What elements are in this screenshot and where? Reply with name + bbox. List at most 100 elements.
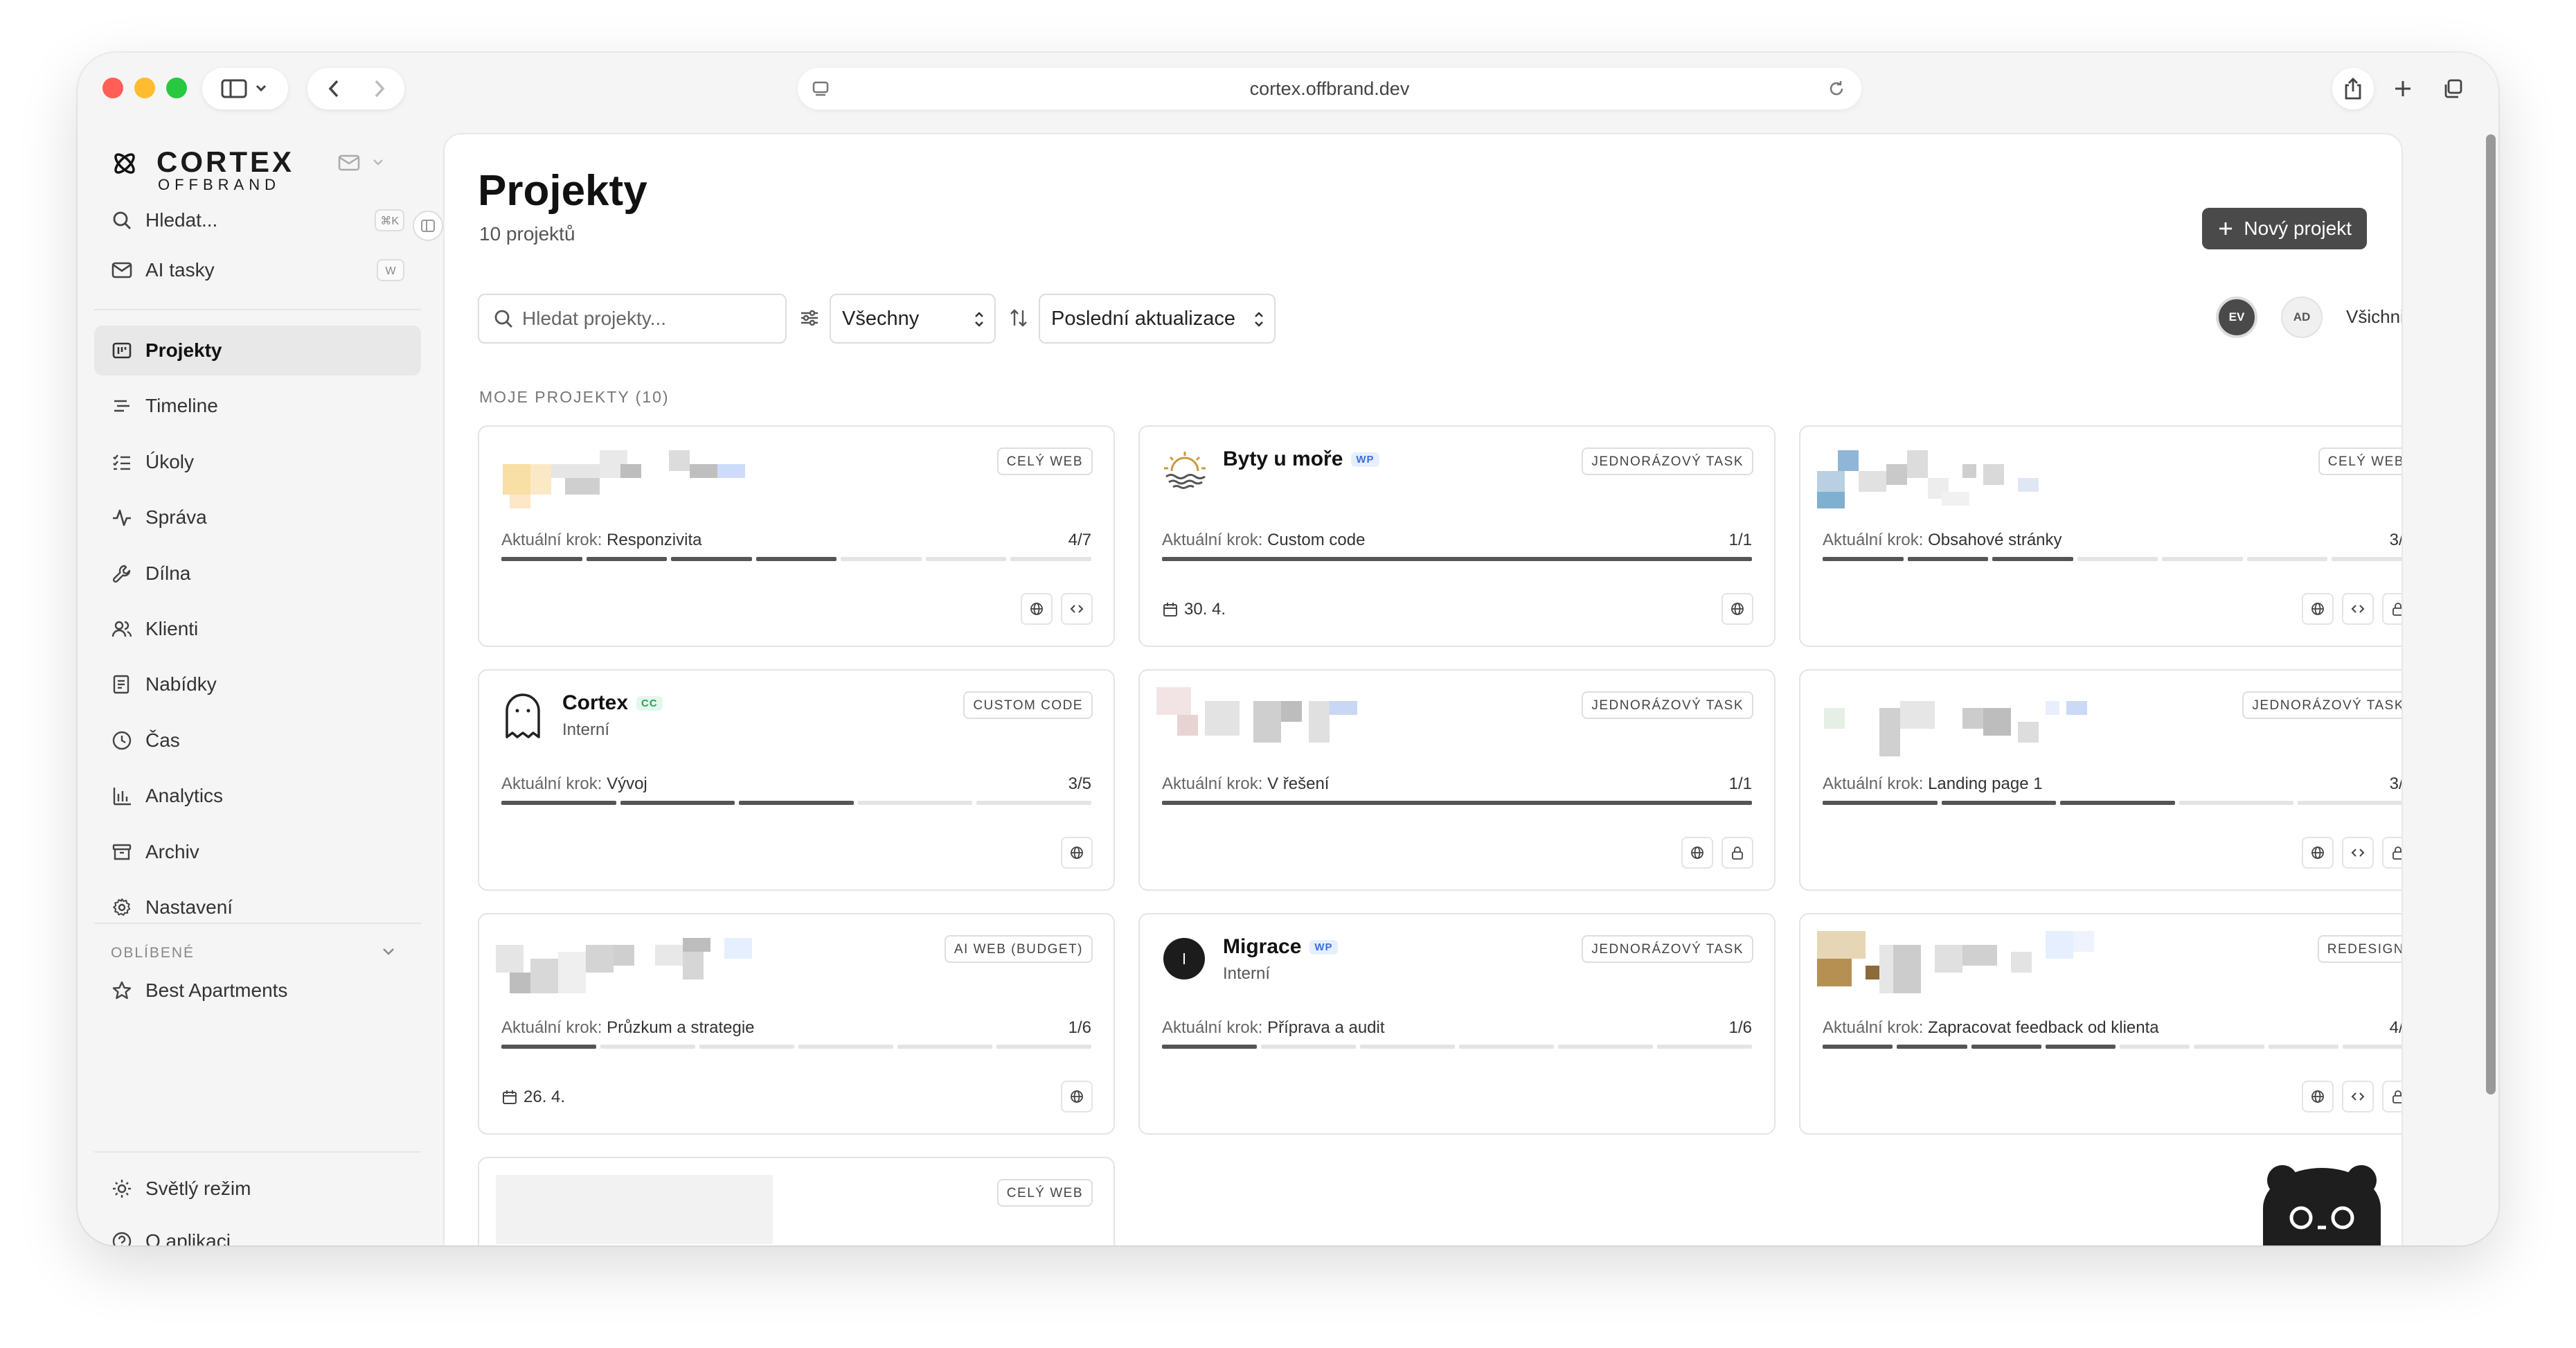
lock-button[interactable] [2382, 837, 2401, 869]
progress-segment [1897, 1045, 1967, 1049]
progress-segment [1162, 1045, 1257, 1049]
tasks-icon [108, 448, 136, 476]
card-actions [1061, 837, 1093, 869]
ghost-logo-icon [506, 693, 540, 738]
lock-button[interactable] [2382, 593, 2401, 625]
project-title[interactable]: Cortex CC [562, 691, 663, 715]
offers-icon [108, 671, 136, 698]
search-label: Hledat... [145, 209, 218, 231]
current-step-value: Landing page 1 [1928, 774, 2043, 793]
share-button[interactable] [2332, 68, 2374, 109]
project-title[interactable]: Byty u moře WP [1223, 447, 1379, 471]
lock-button[interactable] [1721, 837, 1753, 869]
address-bar[interactable]: cortex.offbrand.dev [798, 68, 1861, 109]
sidebar-item-clients[interactable]: Klienti [94, 604, 421, 654]
progress-segment [2332, 557, 2401, 561]
minimize-window-button[interactable] [134, 78, 155, 98]
new-tab-button[interactable] [2382, 68, 2424, 109]
close-window-button[interactable] [102, 78, 123, 98]
step-count: 3/7 [2389, 531, 2401, 549]
sidebar-item-chart[interactable]: Analytics [94, 771, 421, 821]
globe-icon [1731, 603, 1744, 615]
plus-icon [2395, 81, 2410, 96]
sidebar-item-archive[interactable]: Archiv [94, 827, 421, 877]
sidebar-ai-tasks[interactable]: AI tasky W [94, 245, 421, 295]
project-card[interactable]: Migrace WP Interní JEDNORÁZOVÝ TASK Aktuální… [1138, 913, 1776, 1135]
current-step: Aktuální krok: Obsahové stránky [1823, 531, 2062, 550]
progress-segment [699, 1045, 794, 1049]
code-icon [2351, 1092, 2365, 1101]
sidebar-search[interactable]: Hledat... ⌘K [94, 195, 421, 245]
globe-button[interactable] [2302, 1081, 2334, 1112]
project-search-input[interactable] [521, 307, 759, 330]
project-card[interactable]: Cortex CC Interní CUSTOM CODE Aktuální krok:… [478, 669, 1115, 891]
select-caret-icon [975, 312, 983, 327]
inbox-menu[interactable] [338, 154, 386, 172]
status-filter-value: Všechny [842, 307, 920, 330]
chevron-down-icon[interactable] [381, 946, 396, 957]
globe-button[interactable] [2302, 593, 2334, 625]
globe-button[interactable] [1061, 1081, 1093, 1112]
current-step-value: Responzivita [607, 531, 702, 549]
all-users-filter[interactable]: Všichni [2346, 306, 2401, 328]
new-project-button[interactable]: Nový projekt [2202, 208, 2367, 249]
code-button[interactable] [2342, 1081, 2374, 1112]
project-card[interactable]: CELÝ WEB [478, 1157, 1115, 1245]
avatar-ad[interactable]: AD [2281, 296, 2323, 338]
sidebar-item-settings[interactable]: Nastavení [94, 883, 421, 932]
globe-button[interactable] [1021, 593, 1053, 625]
current-step-value: Zapracovat feedback od klienta [1928, 1018, 2159, 1037]
sidebar-item-projects[interactable]: Projekty [94, 326, 421, 375]
sidebar-item-offers[interactable]: Nabídky [94, 659, 421, 709]
project-card[interactable]: CELÝ WEB Aktuální krok: Responzivita 4/7 [478, 425, 1115, 647]
project-card[interactable]: AI WEB (BUDGET) Aktuální krok: Průzkum a … [478, 913, 1115, 1135]
globe-button[interactable] [2302, 837, 2334, 869]
sidebar-item-activity[interactable]: Správa [94, 493, 421, 542]
sidebar-item-wrench[interactable]: Dílna [94, 549, 421, 598]
back-icon[interactable] [328, 80, 339, 98]
progress-segment [1823, 801, 1938, 805]
reload-icon[interactable] [1827, 79, 1846, 98]
current-step-prefix: Aktuální krok: [501, 1018, 602, 1037]
status-filter-select[interactable]: Všechny [830, 294, 996, 344]
globe-button[interactable] [1061, 837, 1093, 869]
project-card[interactable]: REDESIGN Aktuální krok: Zapracovat feedba… [1799, 913, 2401, 1135]
light-mode-label: Světlý režim [145, 1178, 251, 1199]
sort-select[interactable]: Poslední aktualizace [1039, 294, 1276, 344]
collapse-sidebar-button[interactable] [413, 211, 443, 241]
sidebar-item-timeline[interactable]: Timeline [94, 381, 421, 431]
tab-overview-button[interactable] [2432, 68, 2474, 109]
plus-icon [2219, 222, 2233, 235]
timeline-icon [108, 392, 136, 420]
project-card[interactable]: Byty u moře WP JEDNORÁZOVÝ TASK Aktuální kr… [1138, 425, 1776, 647]
code-button[interactable] [2342, 837, 2374, 869]
sun-sea-logo-icon [1164, 452, 1206, 489]
project-title[interactable]: Migrace WP [1223, 935, 1338, 959]
sidebar-item-clock[interactable]: Čas [94, 716, 421, 765]
about-label: O aplikaci [145, 1230, 231, 1245]
favorite-item[interactable]: Best Apartments [94, 966, 421, 1016]
about-link[interactable]: O aplikaci [94, 1216, 421, 1245]
sidebar-item-tasks[interactable]: Úkoly [94, 437, 421, 487]
code-button[interactable] [1061, 593, 1093, 625]
globe-button[interactable] [1681, 837, 1713, 869]
project-card[interactable]: JEDNORÁZOVÝ TASK Aktuální krok: V řešení 1… [1138, 669, 1776, 891]
code-button[interactable] [2342, 593, 2374, 625]
progress-segment [2179, 801, 2294, 805]
page-title: Projekty [478, 167, 647, 215]
projects-icon [108, 337, 136, 364]
light-mode-toggle[interactable]: Světlý režim [94, 1164, 421, 1214]
forward-icon[interactable] [375, 80, 385, 98]
avatar-ev[interactable]: EV [2216, 296, 2257, 338]
globe-icon [2311, 1090, 2324, 1103]
sidebar-toggle-button[interactable] [202, 68, 288, 109]
lock-button[interactable] [2382, 1081, 2401, 1112]
progress-bar [1162, 557, 1752, 561]
globe-button[interactable] [1721, 593, 1753, 625]
mascot-icon[interactable] [2256, 1160, 2388, 1245]
project-card[interactable]: CELÝ WEB Aktuální krok: Obsahové stránky 3… [1799, 425, 2401, 647]
page-scrollbar[interactable] [2486, 134, 2496, 1094]
zoom-window-button[interactable] [166, 78, 187, 98]
project-search[interactable] [478, 294, 787, 344]
project-card[interactable]: JEDNORÁZOVÝ TASK Aktuální krok: Landing p… [1799, 669, 2401, 891]
